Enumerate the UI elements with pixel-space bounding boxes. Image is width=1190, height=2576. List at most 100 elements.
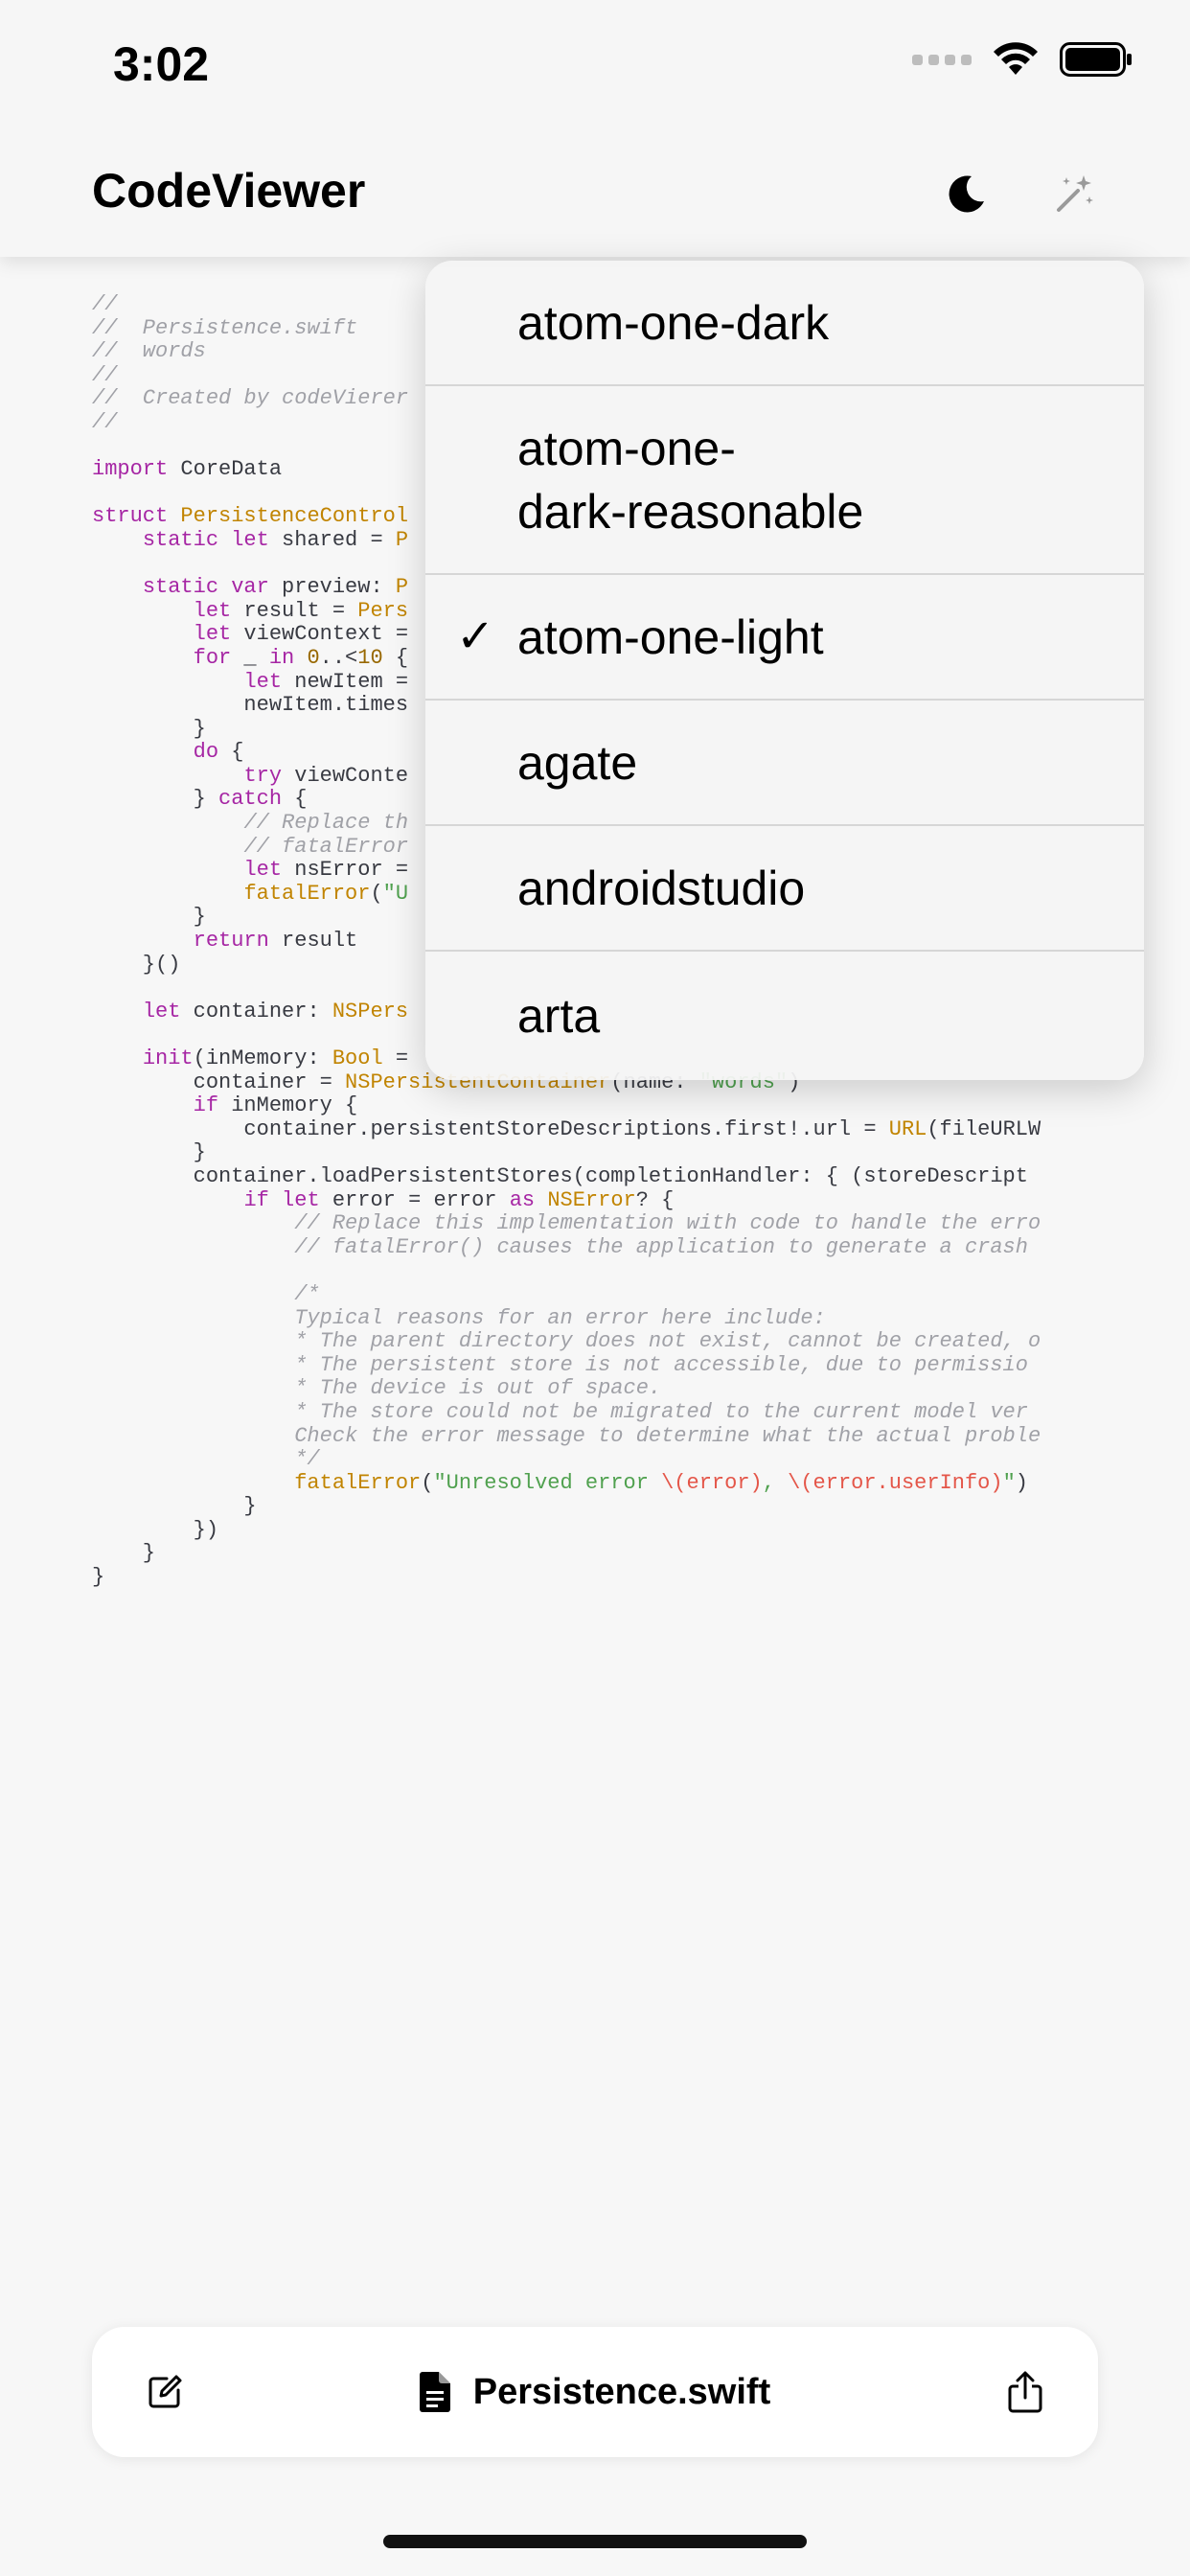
code-token: PersistenceControl: [180, 504, 409, 529]
code-line: }): [92, 1517, 1098, 1543]
code-token: result =: [231, 598, 358, 623]
code-token: newItem.times: [92, 693, 409, 718]
code-token: _: [231, 645, 269, 670]
code-line: }: [92, 1494, 1098, 1519]
code-token: "U: [382, 881, 409, 906]
code-token: do: [193, 740, 219, 765]
document-icon: [419, 2372, 450, 2412]
code-token: container:: [180, 999, 332, 1024]
code-token: preview:: [268, 575, 396, 600]
code-token: =: [382, 1046, 409, 1070]
code-line: * The parent directory does not exist, c…: [92, 1329, 1098, 1354]
code-token: Pers: [357, 598, 409, 623]
code-token: let: [142, 999, 181, 1024]
code-token: static var: [142, 575, 269, 600]
code-token: \(error): [661, 1470, 763, 1495]
code-token: * The store could not be migrated to the…: [294, 1399, 1028, 1424]
code-token: }: [92, 716, 206, 741]
code-line: fatalError("Unresolved error \(error), \…: [92, 1470, 1098, 1496]
theme-option-0[interactable]: atom-one-dark: [425, 261, 1144, 386]
code-line: Check the error message to determine wha…: [92, 1424, 1098, 1449]
code-token: viewContext =: [231, 622, 409, 647]
code-token: * The parent directory does not exist, c…: [294, 1329, 1041, 1354]
code-token: "Unresolved error: [433, 1470, 662, 1495]
code-token: // Created by codeVierer: [92, 386, 409, 411]
share-button[interactable]: [996, 2363, 1054, 2421]
theme-option-label: atom-one-dark: [517, 295, 830, 350]
code-token: CoreData: [168, 457, 283, 482]
code-token: }): [92, 1517, 219, 1542]
theme-option-1[interactable]: atom-one- dark-reasonable: [425, 386, 1144, 575]
code-line: */: [92, 1447, 1098, 1472]
code-token: ": [1002, 1470, 1016, 1495]
theme-option-5[interactable]: arta: [425, 952, 1144, 1080]
code-token: // Replace th: [243, 811, 409, 836]
code-token: NSError: [547, 1187, 636, 1212]
code-token: fatalError: [294, 1470, 422, 1495]
code-token: URL: [888, 1116, 927, 1141]
code-token: if let: [243, 1187, 320, 1212]
code-token: }: [92, 1140, 206, 1165]
checkmark-icon: ✓: [456, 610, 495, 662]
code-token: (fileURLW: [927, 1116, 1041, 1141]
theme-button[interactable]: [1046, 165, 1104, 222]
code-token: }: [92, 905, 206, 930]
code-token: let: [243, 858, 283, 883]
code-line: * The store could not be migrated to the…: [92, 1399, 1098, 1425]
theme-option-4[interactable]: androidstudio: [425, 826, 1144, 952]
code-token: * The persistent store is not accessible…: [294, 1352, 1028, 1377]
code-token: fatalError: [243, 881, 371, 906]
wand-sparkles-icon: [1057, 175, 1093, 212]
theme-option-3[interactable]: agate: [425, 701, 1144, 826]
code-line: * The device is out of space.: [92, 1377, 1098, 1401]
bottom-toolbar: Persistence.swift: [92, 2327, 1098, 2457]
code-token: */: [294, 1447, 320, 1472]
code-line: * The persistent store is not accessible…: [92, 1352, 1098, 1378]
app-title: CodeViewer: [92, 164, 366, 218]
code-token: }: [92, 1494, 257, 1519]
code-token: Typical reasons for an error here includ…: [294, 1305, 826, 1330]
code-token: let: [193, 622, 232, 647]
code-token: shared =: [268, 527, 396, 552]
code-token: //: [92, 293, 118, 316]
code-token: // fatalError: [243, 834, 409, 859]
code-token: result: [268, 929, 358, 954]
dark-mode-button[interactable]: [937, 165, 995, 222]
code-token: container =: [92, 1070, 346, 1094]
file-name: Persistence.swift: [472, 2371, 771, 2412]
code-token: //: [92, 409, 118, 434]
theme-option-2[interactable]: ✓ atom-one-light: [425, 575, 1144, 701]
code-token: P: [395, 527, 409, 552]
code-token: // words: [92, 339, 206, 364]
code-line: }: [92, 1542, 1098, 1566]
code-token: NSPers: [332, 999, 409, 1024]
code-line: // fatalError() causes the application t…: [92, 1235, 1098, 1260]
code-token: if: [193, 1093, 219, 1118]
code-line: }: [92, 1565, 1098, 1590]
code-token: // Replace this implementation with code…: [294, 1211, 1041, 1236]
code-token: \(error.userInfo): [788, 1470, 1003, 1495]
code-line: // Replace this implementation with code…: [92, 1211, 1098, 1236]
code-token: (: [421, 1470, 434, 1495]
theme-option-label: arta: [517, 989, 601, 1043]
code-line: if let error = error as NSError? {: [92, 1187, 1098, 1213]
home-indicator: [383, 2535, 807, 2548]
theme-option-label: agate: [517, 735, 638, 790]
